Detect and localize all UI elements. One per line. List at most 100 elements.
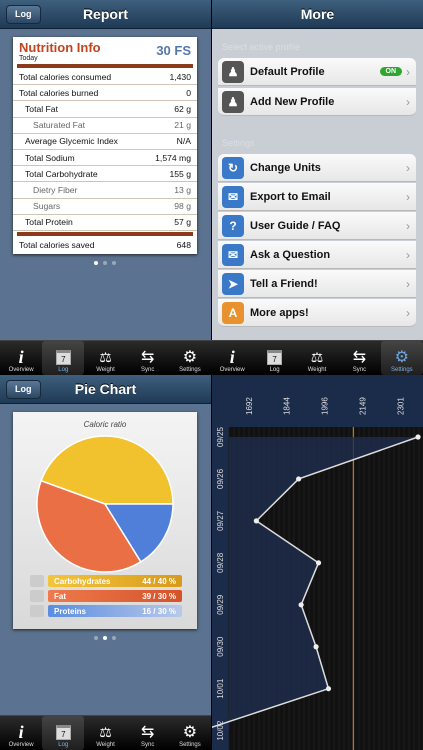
chevron-right-icon: › — [406, 247, 410, 262]
pie-title: Pie Chart — [74, 381, 137, 397]
tab-log[interactable]: 7 Log — [42, 341, 85, 375]
date-label: 10/02 — [216, 720, 225, 741]
tab-settings[interactable]: ⚙ Settings — [169, 341, 211, 375]
nutrition-row-value: N/A — [176, 136, 191, 147]
page-dot — [94, 636, 98, 640]
tab-log[interactable]: 7 Log — [42, 716, 85, 750]
calories-saved-row: Total calories saved 648 — [13, 237, 197, 253]
nutrition-row-label: Total Carbohydrate — [25, 168, 98, 179]
calendar-icon: 7 — [267, 349, 283, 365]
more-navbar: More — [212, 0, 423, 29]
line-chart: 1692 1844 1996 2149 2301 09/25 09/26 09/27 09/28… — [212, 375, 423, 750]
menu-item-label: Change Units — [250, 161, 321, 174]
tab-overview[interactable]: i Overview — [0, 716, 42, 750]
menu-item-ask-a-question[interactable]: ✉ Ask a Question › — [218, 241, 416, 269]
chart-title: Caloric ratio — [83, 420, 127, 429]
data-point — [415, 434, 421, 440]
menu-item-label: Tell a Friend! — [250, 277, 318, 290]
tab-weight[interactable]: ⚖ Weight — [84, 341, 126, 375]
nutrition-row-label: Dietry Fiber — [33, 184, 78, 195]
axis-band — [212, 375, 423, 427]
tab-weight[interactable]: ⚖ Weight — [296, 341, 338, 375]
menu-item-change-units[interactable]: ↻ Change Units › — [218, 154, 416, 182]
gear-icon: ⚙ — [394, 349, 409, 366]
pie-segment-icon — [30, 605, 44, 617]
tab-label: Sync — [352, 367, 367, 373]
data-point — [313, 644, 319, 650]
chevron-right-icon: › — [406, 189, 410, 204]
nutrition-row-value: 21 g — [174, 120, 191, 131]
nutrition-title: Nutrition Info — [19, 40, 101, 55]
tab-settings[interactable]: ⚙ Settings — [380, 341, 423, 375]
tab-icon: ⚙ — [183, 347, 197, 367]
active-toggle[interactable]: ON — [379, 67, 402, 76]
chat-icon: ✉ — [222, 243, 244, 266]
log-back-button[interactable]: Log — [6, 5, 41, 24]
menu-item-user-guide-faq[interactable]: ? User Guide / FAQ › — [218, 212, 416, 240]
tab-sync[interactable]: ⇆ Sync — [338, 341, 380, 375]
tab-label: Settings — [390, 367, 413, 373]
data-point — [253, 518, 259, 524]
menu-item-more-apps[interactable]: A More apps! › — [218, 299, 416, 327]
tab-overview[interactable]: i Overview — [0, 341, 42, 375]
profile-section-header: Select active profile — [222, 42, 301, 52]
page-dot-active — [103, 636, 107, 640]
nutrition-row-value: 57 g — [174, 217, 191, 228]
nutrition-row-value: 0 — [186, 87, 191, 98]
tab-log[interactable]: 7 Log — [253, 341, 295, 375]
tab-overview[interactable]: i Overview — [211, 341, 253, 375]
tab-icon: 7 — [55, 347, 71, 367]
legend-row-carbohydrates: Carbohydrates 44 / 40 % — [30, 575, 182, 587]
nutrition-row: Average Glycemic Index N/A — [13, 134, 197, 150]
nutrition-row-label: Total Protein — [25, 217, 73, 228]
tab-icon: i — [19, 347, 24, 367]
nutrition-row-label: Total calories burned — [19, 87, 99, 98]
tab-label: Log — [58, 367, 69, 373]
menu-item-default-profile[interactable]: ♟ Default Profile ON › — [218, 58, 416, 86]
tab-set-report: i Overview 7 Log ⚖ Weight ⇆ Sync ⚙ Settings — [0, 341, 211, 375]
chevron-right-icon: › — [406, 276, 410, 291]
nutrition-rows: Total calories consumed 1,430 Total calori… — [13, 69, 197, 231]
log-back-button[interactable]: Log — [6, 380, 41, 399]
tab-icon: ⇆ — [141, 347, 154, 367]
x-tick-label: 1692 — [245, 397, 254, 415]
legend-value: 16 / 30 % — [142, 606, 176, 616]
nutrition-row-value: 13 g — [174, 184, 191, 195]
page-indicator — [94, 261, 116, 265]
sync-icon: ⇆ — [141, 724, 155, 741]
menu-item-tell-a-friend[interactable]: ➤ Tell a Friend! › — [218, 270, 416, 298]
tab-settings[interactable]: ⚙ Settings — [169, 716, 211, 750]
scale-icon: ⚖ — [99, 348, 112, 365]
pie-navbar: Log Pie Chart — [0, 375, 211, 404]
data-point — [298, 602, 304, 608]
legend-name: Carbohydrates — [54, 576, 111, 586]
calories-saved-value: 648 — [176, 239, 191, 250]
menu-item-export-to-email[interactable]: ✉ Export to Email › — [218, 183, 416, 211]
nutrition-row-label: Average Glycemic Index — [25, 136, 118, 147]
nutrition-row-label: Total Sodium — [25, 152, 75, 163]
tab-label: Weight — [96, 742, 115, 748]
page-dot — [103, 261, 107, 265]
apps-icon: A — [222, 301, 244, 324]
nutrition-row: Total Fat 62 g — [13, 101, 197, 118]
legend-row-proteins: Proteins 16 / 30 % — [30, 605, 182, 617]
menu-item-label: Export to Email — [250, 190, 331, 203]
tab-bar-bottom: i Overview 7 Log ⚖ Weight ⇆ Sync ⚙ Settings — [0, 715, 211, 750]
date-label: 10/01 — [216, 678, 225, 699]
tab-sync[interactable]: ⇆ Sync — [127, 716, 169, 750]
tab-icon: ⇆ — [353, 347, 366, 367]
menu-item-label: Ask a Question — [250, 248, 331, 261]
date-label: 09/27 — [216, 510, 225, 531]
nutrition-row-label: Total Fat — [25, 103, 58, 114]
nutrition-row: Total Sodium 1,574 mg — [13, 150, 197, 167]
nutrition-row-value: 1,574 mg — [155, 152, 191, 163]
legend-bar: Fat 39 / 30 % — [48, 590, 182, 602]
date-label: 09/25 — [216, 426, 225, 447]
date-label: 09/29 — [216, 594, 225, 615]
scale-icon: ⚖ — [99, 723, 112, 740]
nutrition-row-label: Saturated Fat — [33, 120, 86, 131]
tab-sync[interactable]: ⇆ Sync — [127, 341, 169, 375]
tab-weight[interactable]: ⚖ Weight — [84, 716, 126, 750]
menu-item-add-new-profile[interactable]: ♟ Add New Profile › — [218, 88, 416, 116]
calendar-icon: 7 — [55, 724, 71, 740]
